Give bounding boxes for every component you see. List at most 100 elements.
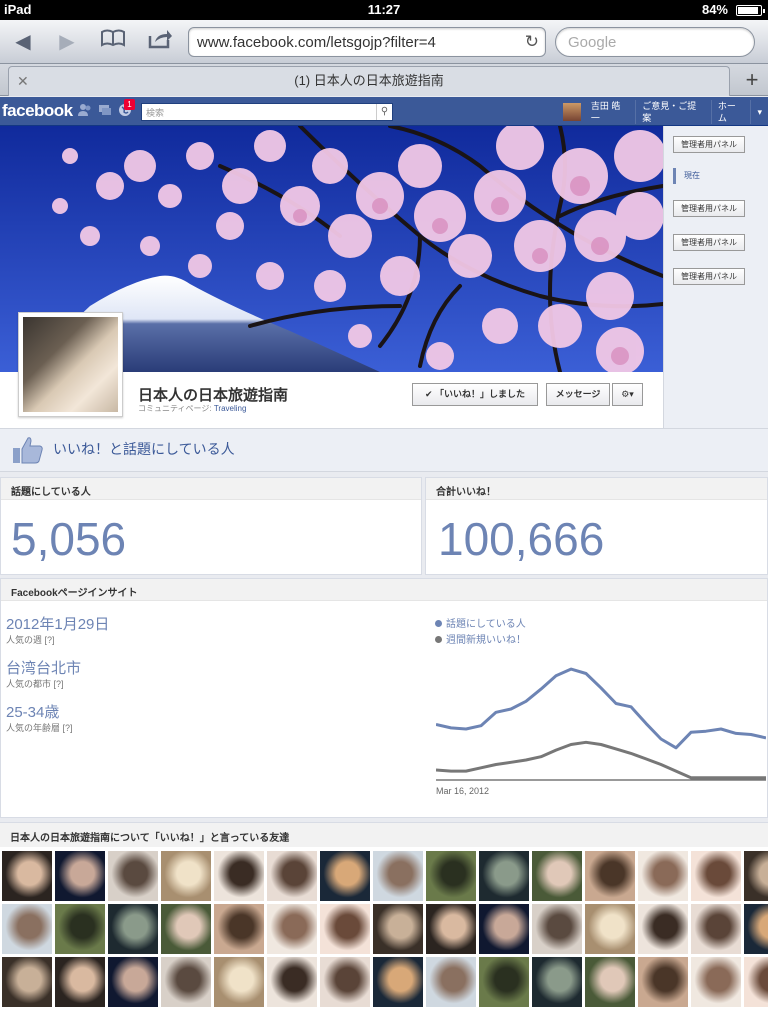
active-tab[interactable]: ✕ (1) 日本人の日本旅遊指南 <box>8 66 730 96</box>
browser-search-field[interactable]: Google <box>555 27 755 57</box>
home-link[interactable]: ホーム <box>712 100 752 124</box>
user-avatar[interactable] <box>563 103 581 121</box>
popular-week-label: 人気の週 [?] <box>6 635 55 645</box>
friend-photo[interactable] <box>55 904 105 954</box>
total-likes-value: 100,666 <box>438 513 605 565</box>
friend-photo-grid <box>0 851 768 1007</box>
friend-photo[interactable] <box>426 957 476 1007</box>
friend-photo[interactable] <box>479 851 529 901</box>
friend-photo[interactable] <box>320 851 370 901</box>
friend-photo[interactable] <box>638 851 688 901</box>
friend-photo[interactable] <box>532 851 582 901</box>
friend-photo[interactable] <box>267 957 317 1007</box>
friend-photo[interactable] <box>373 904 423 954</box>
friend-photo[interactable] <box>161 851 211 901</box>
legend-talking-label: 話題にしている人 <box>446 619 526 630</box>
insights-title: Facebookページインサイト <box>1 579 767 601</box>
close-tab-icon[interactable]: ✕ <box>17 67 29 95</box>
friend-photo[interactable] <box>426 904 476 954</box>
friend-photo[interactable] <box>585 957 635 1007</box>
magnifier-icon[interactable]: ⚲ <box>376 104 392 120</box>
friend-photo[interactable] <box>55 851 105 901</box>
admin-panel-button-3[interactable]: 管理者用パネル <box>673 234 745 251</box>
facebook-search-placeholder: 検索 <box>146 108 165 118</box>
friend-photo[interactable] <box>267 904 317 954</box>
friend-photo[interactable] <box>214 957 264 1007</box>
friend-photo[interactable] <box>2 904 52 954</box>
account-menu-icon[interactable]: ▾ <box>751 106 768 118</box>
likes-section-title[interactable]: いいね！と話題にしている人 <box>53 439 235 459</box>
gear-menu-button[interactable]: ⚙▾ <box>612 383 643 406</box>
series-line-1 <box>436 667 766 750</box>
facebook-search-input[interactable]: 検索 ⚲ <box>141 103 393 121</box>
back-arrow-icon[interactable]: ◀ <box>8 28 38 56</box>
friend-photo[interactable] <box>2 851 52 901</box>
reload-icon[interactable]: ↻ <box>525 32 539 52</box>
friend-photo[interactable] <box>744 957 768 1007</box>
browser-toolbar: ◀ ▶ www.facebook.com/letsgojp?filter=4 ↻… <box>0 20 768 64</box>
friend-photo[interactable] <box>320 904 370 954</box>
friend-requests-icon[interactable] <box>78 103 92 117</box>
friend-photo[interactable] <box>479 904 529 954</box>
friend-photo[interactable] <box>585 851 635 901</box>
notification-badge: 1 <box>124 99 135 110</box>
legend-new-likes-label: 週間新規いいね！ <box>446 635 526 646</box>
friend-photo[interactable] <box>214 851 264 901</box>
friend-photo[interactable] <box>638 904 688 954</box>
friend-photo[interactable] <box>585 904 635 954</box>
profile-picture[interactable] <box>18 312 123 417</box>
timeline-now-link[interactable]: 現在 <box>673 168 753 184</box>
friend-photo[interactable] <box>214 904 264 954</box>
friend-photo[interactable] <box>532 904 582 954</box>
tab-title: (1) 日本人の日本旅遊指南 <box>294 73 444 88</box>
friend-photo[interactable] <box>2 957 52 1007</box>
likes-section-header: いいね！と話題にしている人 <box>0 428 768 472</box>
admin-sidebar: 管理者用パネル 現在 管理者用パネル 管理者用パネル 管理者用パネル <box>663 126 768 428</box>
friend-photo[interactable] <box>479 957 529 1007</box>
tab-bar: ✕ (1) 日本人の日本旅遊指南 + <box>0 64 768 96</box>
popular-age-value: 25-34歳 <box>6 704 60 721</box>
talking-about-card: 話題にしている人 5,056 <box>0 477 422 575</box>
feedback-link[interactable]: ご意見・ご提案 <box>636 100 712 124</box>
liked-button-label: 「いいね！」しました <box>435 389 526 399</box>
share-icon[interactable] <box>145 28 175 56</box>
user-name-link[interactable]: 吉田 皓一 <box>585 100 637 124</box>
friend-photo[interactable] <box>691 957 741 1007</box>
friend-photo[interactable] <box>532 957 582 1007</box>
battery-icon <box>736 5 765 16</box>
messages-icon[interactable] <box>98 103 112 117</box>
friend-photo[interactable] <box>320 957 370 1007</box>
category-link[interactable]: Traveling <box>214 404 247 413</box>
new-tab-button[interactable]: + <box>736 66 768 96</box>
admin-panel-button-1[interactable]: 管理者用パネル <box>673 136 745 153</box>
friend-photo[interactable] <box>267 851 317 901</box>
friend-photo[interactable] <box>108 957 158 1007</box>
facebook-header: facebook 1 検索 ⚲ 吉田 皓一 ご意見・ご提案 ホーム ▾ <box>0 97 768 126</box>
facebook-logo[interactable]: facebook <box>2 101 73 121</box>
page-category: コミュニティページ: Traveling <box>138 403 246 414</box>
address-bar[interactable]: www.facebook.com/letsgojp?filter=4 ↻ <box>188 27 546 57</box>
admin-panel-button-2[interactable]: 管理者用パネル <box>673 200 745 217</box>
page-title: 日本人の日本旅遊指南 <box>138 387 289 404</box>
message-button[interactable]: メッセージ <box>546 383 610 406</box>
bookmarks-icon[interactable] <box>98 28 128 56</box>
friend-photo[interactable] <box>55 957 105 1007</box>
forward-arrow-icon[interactable]: ▶ <box>52 28 82 56</box>
friend-photo[interactable] <box>161 957 211 1007</box>
admin-panel-button-4[interactable]: 管理者用パネル <box>673 268 745 285</box>
friend-photo[interactable] <box>108 904 158 954</box>
friend-photo[interactable] <box>108 851 158 901</box>
friends-who-like-section: 日本人の日本旅遊指南について「いいね！」と言っている友達 <box>0 822 768 1024</box>
friend-photo[interactable] <box>161 904 211 954</box>
friend-photo[interactable] <box>373 957 423 1007</box>
friend-photo[interactable] <box>744 904 768 954</box>
friend-photo[interactable] <box>691 904 741 954</box>
popular-week-value: 2012年1月29日 <box>6 616 110 633</box>
friend-photo[interactable] <box>426 851 476 901</box>
talking-about-value: 5,056 <box>11 513 127 565</box>
friend-photo[interactable] <box>638 957 688 1007</box>
friend-photo[interactable] <box>744 851 768 901</box>
friend-photo[interactable] <box>373 851 423 901</box>
friend-photo[interactable] <box>691 851 741 901</box>
liked-button[interactable]: ✔ 「いいね！」しました <box>412 383 538 406</box>
